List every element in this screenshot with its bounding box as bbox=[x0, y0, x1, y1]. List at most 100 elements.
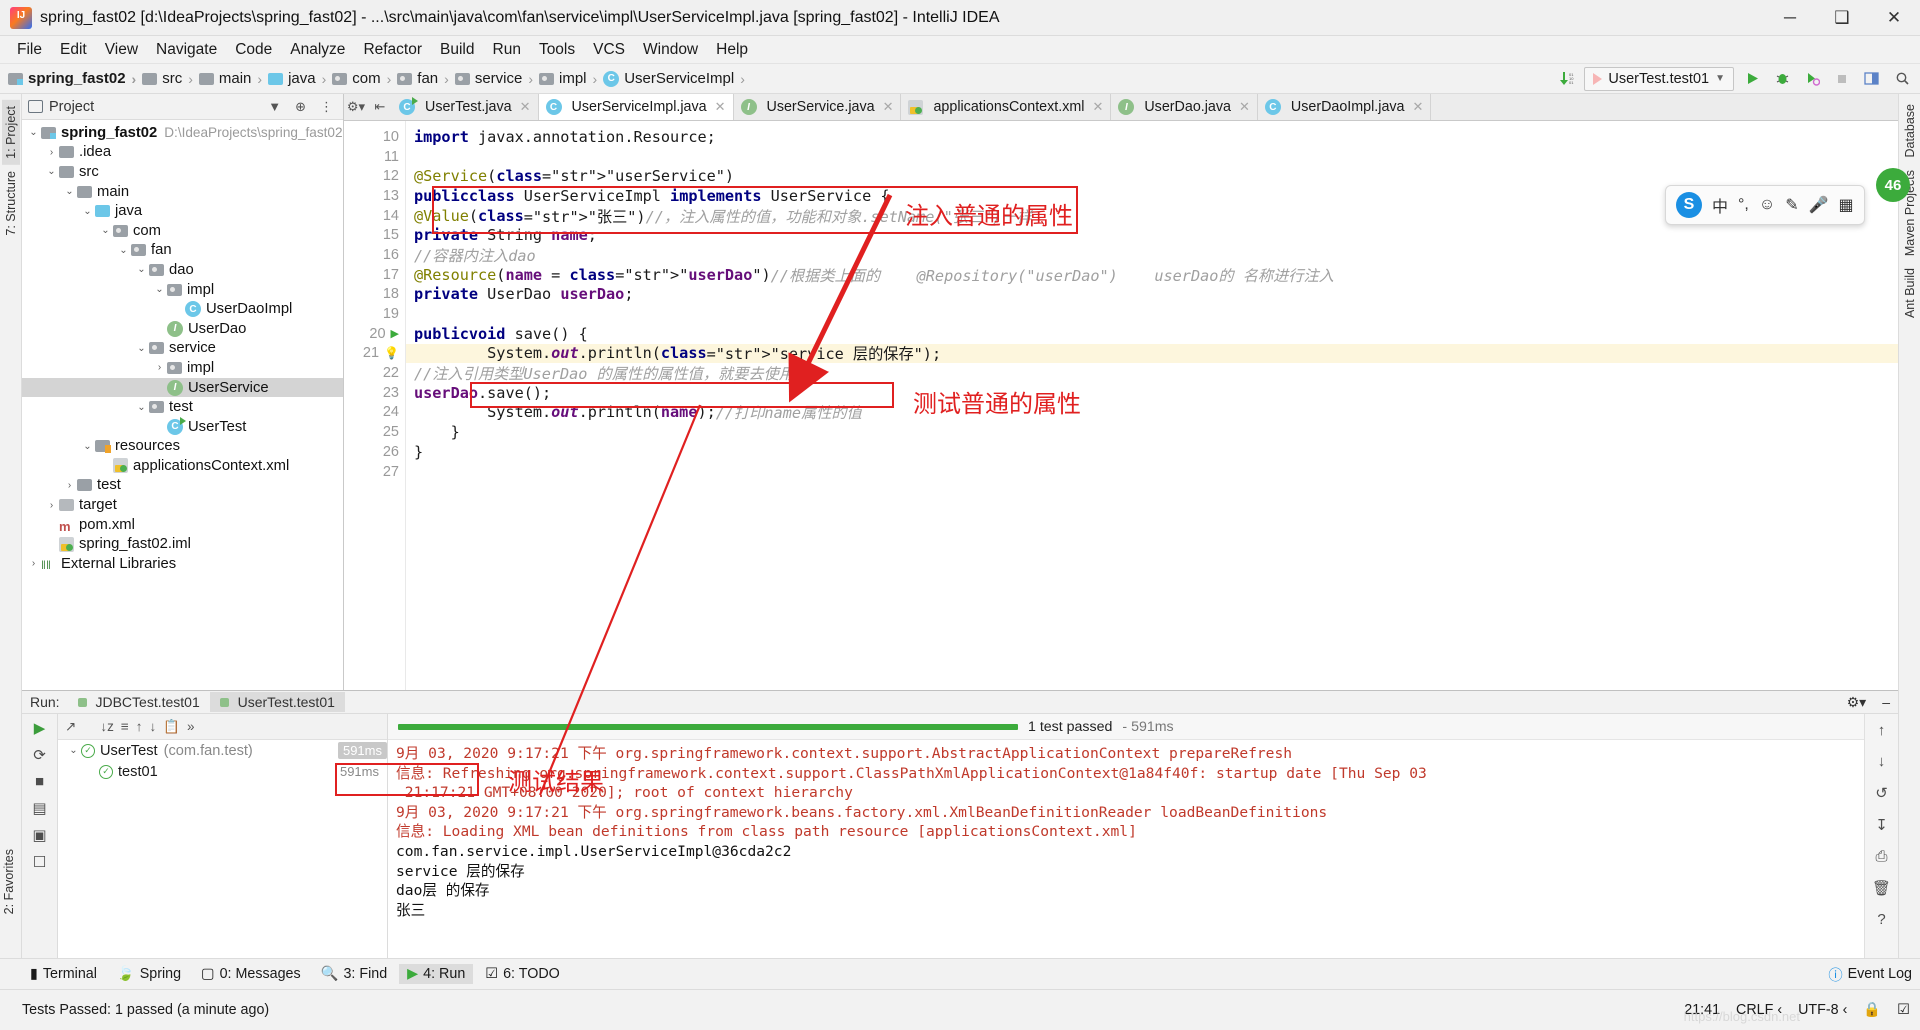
tree-node-service[interactable]: ⌄ service bbox=[22, 339, 343, 359]
chevron-right-icon[interactable]: › bbox=[26, 558, 41, 569]
code-line[interactable]: userDao .save(); bbox=[406, 383, 1898, 403]
toggle-icon[interactable]: ▤ bbox=[32, 799, 46, 817]
tree-node-java[interactable]: ⌄ java bbox=[22, 201, 343, 221]
tree-node-test[interactable]: › test bbox=[22, 476, 343, 496]
chevron-down-icon[interactable]: ⌄ bbox=[134, 402, 149, 413]
breadcrumb-item-fan[interactable]: fan › bbox=[397, 70, 455, 87]
sidebar-item-project[interactable]: 1: Project bbox=[1, 100, 20, 165]
breadcrumb-item-service[interactable]: service › bbox=[454, 70, 539, 87]
menu-navigate[interactable]: Navigate bbox=[147, 39, 226, 61]
breadcrumb-item-userserviceimpl[interactable]: C UserServiceImpl › bbox=[603, 70, 751, 87]
code-line[interactable] bbox=[406, 304, 1898, 324]
code-line[interactable]: private String name; bbox=[406, 225, 1898, 245]
close-icon[interactable]: ✕ bbox=[1413, 99, 1424, 115]
sidebar-item-ant-build[interactable]: Ant Build bbox=[1901, 262, 1919, 324]
tree-node-fan[interactable]: ⌄ fan bbox=[22, 241, 343, 261]
window-layout-icon[interactable] bbox=[1860, 67, 1884, 91]
chevron-down-icon[interactable]: ⌄ bbox=[134, 264, 149, 275]
sort-by-duration-icon[interactable]: ≡ bbox=[121, 719, 129, 734]
chevron-down-icon[interactable]: ⌄ bbox=[62, 186, 77, 197]
pin-icon[interactable]: ☐ bbox=[33, 853, 46, 871]
chevron-down-icon[interactable]: ⌄ bbox=[134, 343, 149, 354]
tree-node-impl[interactable]: ⌄ impl bbox=[22, 280, 343, 300]
close-icon[interactable]: ✕ bbox=[1239, 99, 1250, 115]
editor-tab-userdao-java[interactable]: I UserDao.java ✕ bbox=[1111, 94, 1258, 120]
gear-icon[interactable]: ⚙▾ bbox=[1839, 694, 1875, 711]
search-everywhere-icon[interactable] bbox=[1890, 67, 1914, 91]
code-line[interactable]: private UserDao userDao; bbox=[406, 285, 1898, 305]
tree-node-userdaoimpl[interactable]: C UserDaoImpl bbox=[22, 299, 343, 319]
chevron-right-icon[interactable]: › bbox=[152, 362, 167, 373]
tree-node-main[interactable]: ⌄ main bbox=[22, 182, 343, 202]
chevron-down-icon[interactable]: ⌄ bbox=[66, 745, 81, 756]
code-line[interactable] bbox=[406, 462, 1898, 482]
tree-node-userdao[interactable]: I UserDao bbox=[22, 319, 343, 339]
chevron-down-icon[interactable]: ⌄ bbox=[26, 127, 41, 138]
breadcrumb-item-impl[interactable]: impl › bbox=[539, 70, 603, 87]
sort-alphabetically-icon[interactable]: ↓z bbox=[100, 719, 114, 734]
lock-icon[interactable]: 🔒 bbox=[1863, 1002, 1881, 1018]
print-icon[interactable]: ⎙ bbox=[1875, 848, 1887, 865]
code-line[interactable]: import javax.annotation.Resource; bbox=[406, 127, 1898, 147]
code-line[interactable]: //容器内注入dao bbox=[406, 245, 1898, 265]
chevron-down-icon[interactable]: ⌄ bbox=[80, 441, 95, 452]
chevron-down-icon[interactable]: ▼ bbox=[264, 99, 285, 114]
tree-node-test[interactable]: ⌄ test bbox=[22, 397, 343, 417]
code-line[interactable]: } bbox=[406, 442, 1898, 462]
code-line[interactable]: System. out .println(name);//打印name属性的值 bbox=[406, 403, 1898, 422]
tool-button-messages[interactable]: ▢ 0: Messages bbox=[193, 964, 309, 984]
code-line[interactable] bbox=[406, 147, 1898, 167]
editor-tab-usertest-java[interactable]: C UserTest.java ✕ bbox=[392, 94, 539, 120]
stop-icon[interactable]: ■ bbox=[35, 773, 44, 790]
tree-node-userservice[interactable]: I UserService bbox=[22, 377, 343, 398]
editor-tab-userserviceimpl-java[interactable]: C UserServiceImpl.java ✕ bbox=[538, 94, 734, 120]
code-line[interactable]: } bbox=[406, 422, 1898, 442]
ime-punctuation[interactable]: °, bbox=[1738, 196, 1749, 214]
code-line[interactable]: public void save() { bbox=[406, 324, 1898, 344]
close-icon[interactable]: ✕ bbox=[1092, 99, 1103, 115]
menu-analyze[interactable]: Analyze bbox=[281, 39, 354, 61]
test-result-row[interactable]: ✓ test01 591ms bbox=[58, 761, 387, 782]
scroll-to-top-icon[interactable]: ↑ bbox=[1878, 722, 1886, 739]
tree-node-src[interactable]: ⌄ src bbox=[22, 162, 343, 182]
tool-button-find[interactable]: 🔍 3: Find bbox=[313, 964, 396, 984]
inspection-icon[interactable]: ☑ bbox=[1897, 1002, 1910, 1018]
breadcrumb-item-spring_fast02[interactable]: spring_fast02 › bbox=[8, 70, 142, 87]
handwriting-icon[interactable]: ✎ bbox=[1785, 195, 1798, 215]
sidebar-item-favorites[interactable]: 2: Favorites bbox=[0, 843, 18, 920]
minimize-button[interactable]: ─ bbox=[1764, 0, 1816, 35]
export-icon[interactable]: ↗ bbox=[65, 719, 76, 735]
rerun-failed-icon[interactable]: ⟳ bbox=[33, 746, 46, 764]
collapse-all-icon[interactable]: ↓ bbox=[149, 719, 156, 734]
sidebar-item-structure[interactable]: 7: Structure bbox=[2, 165, 20, 242]
chevron-down-icon[interactable]: ⌄ bbox=[44, 166, 59, 177]
tree-node-pom-xml[interactable]: m pom.xml bbox=[22, 515, 343, 535]
run-icon[interactable] bbox=[1740, 67, 1764, 91]
code-line[interactable]: @Resource(name = class ="str">" userDao ") /… bbox=[406, 265, 1898, 285]
keyboard-menu-icon[interactable]: ▦ bbox=[1839, 195, 1854, 215]
breadcrumb-item-com[interactable]: com › bbox=[332, 70, 397, 87]
tree-node-resources[interactable]: ⌄ resources bbox=[22, 437, 343, 457]
breadcrumb-item-main[interactable]: main › bbox=[198, 70, 268, 87]
clear-all-icon[interactable]: 🗑 bbox=[1872, 879, 1891, 897]
chevron-down-icon[interactable]: ⌄ bbox=[152, 284, 167, 295]
expand-all-icon[interactable]: ↑ bbox=[136, 719, 143, 734]
status-encoding[interactable]: UTF-8 ‹ bbox=[1798, 1002, 1847, 1018]
close-button[interactable]: ✕ bbox=[1868, 0, 1920, 35]
tool-button-spring[interactable]: 🍃 Spring bbox=[109, 964, 189, 984]
ime-toolbar[interactable]: S 中 °, ☺ ✎ 🎤 ▦ bbox=[1665, 185, 1865, 225]
tool-button-todo[interactable]: ☑ 6: TODO bbox=[477, 964, 568, 984]
breadcrumb-item-java[interactable]: java › bbox=[268, 70, 332, 87]
console-output[interactable]: 9月 03, 2020 9:17:21 下午 org.springframewo… bbox=[388, 740, 1864, 958]
minimize-icon[interactable]: – bbox=[1874, 694, 1898, 710]
tree-node-com[interactable]: ⌄ com bbox=[22, 221, 343, 241]
menu-build[interactable]: Build bbox=[431, 39, 483, 61]
hide-sidebar-icon[interactable]: ⇤ bbox=[368, 94, 392, 120]
voice-icon[interactable]: 🎤 bbox=[1809, 195, 1829, 215]
tool-button-terminal[interactable]: ▮ Terminal bbox=[22, 964, 105, 984]
chevron-right-icon[interactable]: › bbox=[44, 500, 59, 511]
stop-icon[interactable] bbox=[1830, 67, 1854, 91]
filter-icon[interactable]: ▣ bbox=[32, 826, 46, 844]
compile-binary-icon[interactable]: 01 10 01 bbox=[1554, 67, 1578, 91]
sogou-logo-icon[interactable]: S bbox=[1676, 192, 1702, 218]
